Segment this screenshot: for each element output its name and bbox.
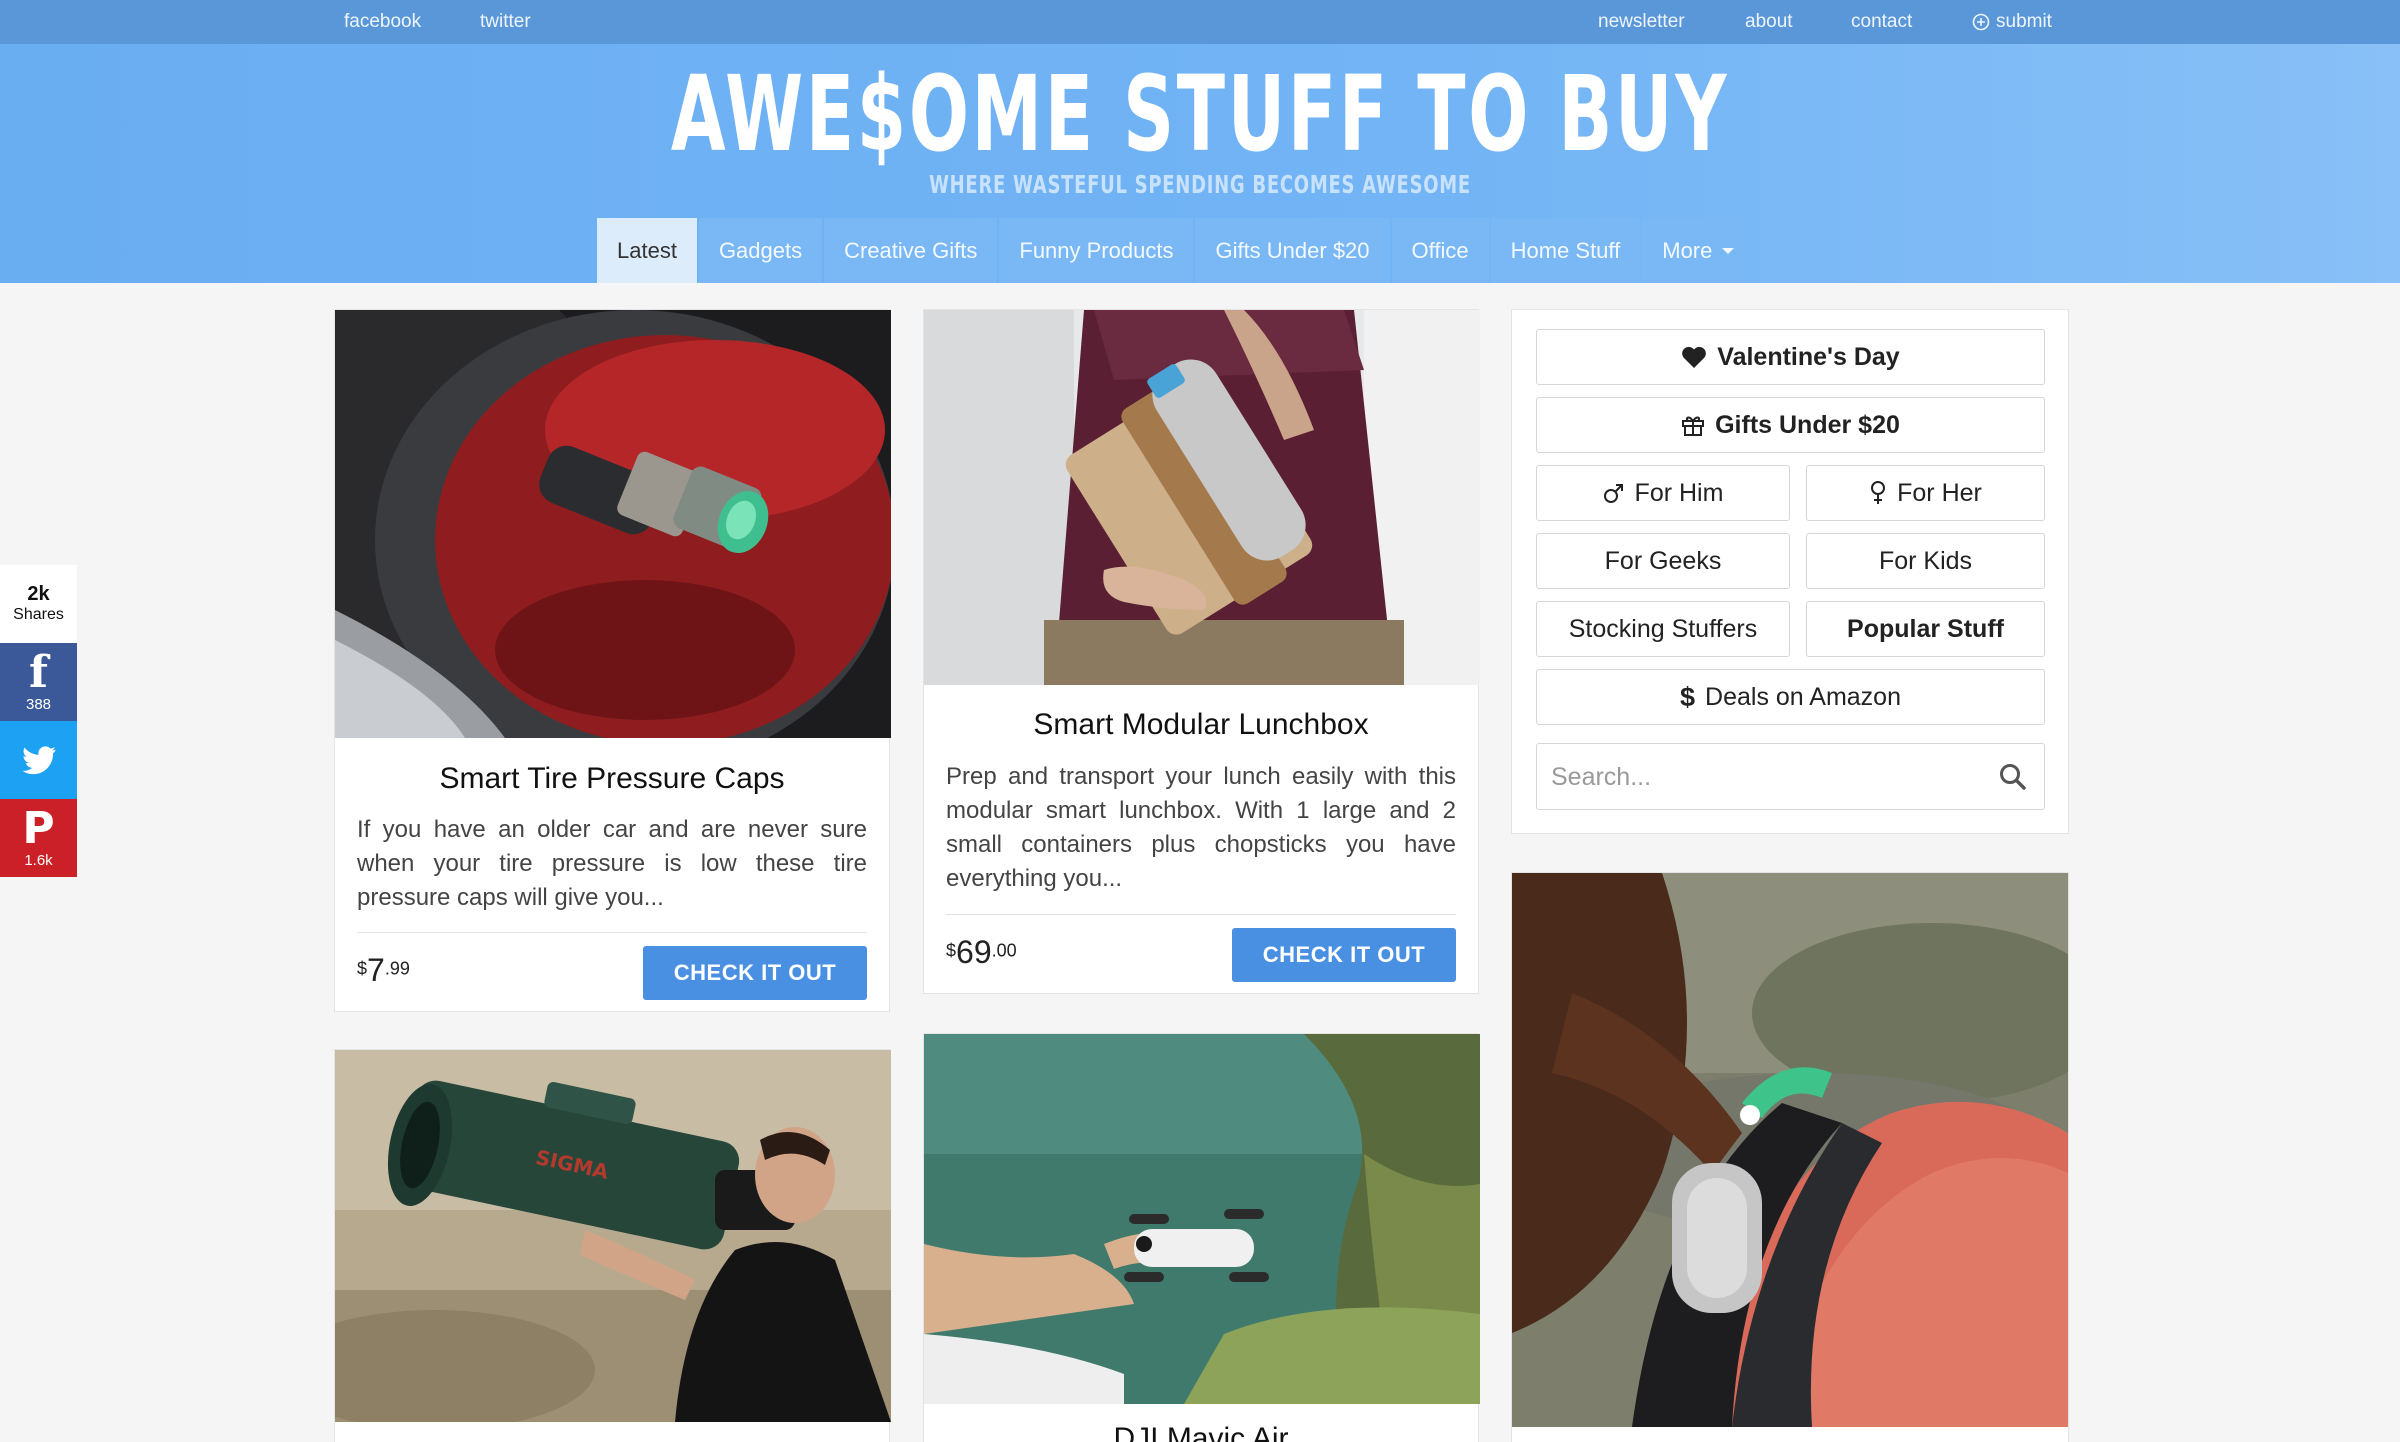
male-icon	[1603, 484, 1623, 503]
plus-circle-icon	[1972, 13, 1990, 31]
check-it-out-button[interactable]: CHECK IT OUT	[1232, 928, 1456, 982]
divider	[946, 914, 1456, 915]
share-sidebar: 2k Shares f 388 P 1.6k	[0, 565, 77, 877]
search-icon[interactable]	[1998, 762, 2028, 792]
category-nav: Latest Gadgets Creative Gifts Funny Prod…	[597, 218, 1755, 283]
tab-more-label: More	[1662, 237, 1713, 263]
tab-latest[interactable]: Latest	[597, 218, 697, 283]
facebook-icon: f	[29, 647, 48, 698]
price-dollars: 69	[956, 934, 992, 970]
product-image[interactable]	[924, 1034, 1480, 1404]
product-image[interactable]: SIGMA	[335, 1050, 891, 1422]
tab-creative-gifts[interactable]: Creative Gifts	[824, 218, 998, 283]
share-count: 2k Shares	[0, 565, 77, 643]
submit-link[interactable]: submit	[1972, 11, 2052, 33]
tab-gadgets[interactable]: Gadgets	[698, 218, 823, 283]
twitter-icon	[22, 746, 56, 775]
pinterest-share-count: 1.6k	[24, 852, 53, 869]
popular-stuff-button[interactable]: Popular Stuff	[1806, 601, 2045, 657]
contact-link[interactable]: contact	[1851, 11, 1912, 33]
product-image[interactable]	[924, 310, 1480, 685]
site-header: AWE$OME STUFF TO BUY WHERE WASTEFUL SPEN…	[0, 44, 2400, 283]
product-card	[1511, 872, 2069, 1442]
stocking-stuffers-button[interactable]: Stocking Stuffers	[1536, 601, 1790, 657]
search-input[interactable]	[1551, 758, 1971, 796]
heart-icon	[1682, 346, 1707, 368]
product-card: SIGMA	[334, 1049, 891, 1442]
product-card: Smart Tire Pressure Caps If you have an …	[334, 309, 891, 1012]
lunchbox-photo	[924, 310, 1480, 685]
for-him-label: For Him	[1634, 478, 1724, 507]
tab-funny-products[interactable]: Funny Products	[999, 218, 1194, 283]
backpack-clip-photo	[1512, 873, 2068, 1427]
for-her-label: For Her	[1897, 478, 1982, 507]
telephoto-lens-photo: SIGMA	[335, 1050, 891, 1422]
product-card: Smart Modular Lunchbox Prep and transpor…	[923, 309, 1480, 994]
for-him-button[interactable]: For Him	[1536, 465, 1790, 521]
facebook-share-count: 388	[25, 696, 52, 713]
facebook-link[interactable]: facebook	[344, 11, 421, 33]
check-it-out-button[interactable]: CHECK IT OUT	[643, 946, 867, 1000]
price-currency: $	[946, 940, 957, 961]
price-currency: $	[357, 958, 368, 979]
gift-icon	[1682, 416, 1705, 436]
gift-guide-widget: Valentine's Day Gifts Under $20 For Him …	[1511, 309, 2069, 834]
tab-more[interactable]: More	[1642, 218, 1755, 283]
for-geeks-button[interactable]: For Geeks	[1536, 533, 1790, 589]
tab-home-stuff[interactable]: Home Stuff	[1490, 218, 1641, 283]
for-kids-button[interactable]: For Kids	[1806, 533, 2045, 589]
for-her-button[interactable]: For Her	[1806, 465, 2045, 521]
price-dollars: 7	[367, 952, 385, 988]
product-description: Prep and transport your lunch easily wit…	[946, 763, 1456, 892]
pinterest-share-button[interactable]: P 1.6k	[0, 799, 77, 877]
twitter-share-button[interactable]	[0, 721, 77, 799]
tab-gifts-under-20[interactable]: Gifts Under $20	[1195, 218, 1390, 283]
share-total-label: Shares	[13, 606, 64, 623]
submit-label: submit	[1996, 11, 2052, 32]
dollar-icon: $	[1680, 681, 1696, 712]
product-card: DJI Mavic Air	[923, 1033, 1480, 1442]
product-title[interactable]: Smart Modular Lunchbox	[924, 708, 1478, 742]
caret-down-icon	[1722, 247, 1735, 254]
site-tagline: WHERE WASTEFUL SPENDING BECOMES AWESOME	[929, 170, 1471, 199]
pinterest-icon: P	[22, 803, 55, 854]
search-box	[1536, 743, 2045, 810]
female-icon	[1871, 481, 1886, 504]
tab-office[interactable]: Office	[1391, 218, 1489, 283]
site-logo[interactable]: AWE$OME STUFF TO BUY	[384, 62, 2016, 166]
valentines-day-label: Valentine's Day	[1717, 342, 1900, 371]
gifts-under-20-label: Gifts Under $20	[1715, 410, 1900, 439]
newsletter-link[interactable]: newsletter	[1598, 11, 1685, 33]
drone-photo	[924, 1034, 1480, 1404]
product-image[interactable]	[1512, 873, 2068, 1427]
product-image[interactable]	[335, 310, 891, 738]
divider	[357, 932, 867, 933]
product-title[interactable]: Smart Tire Pressure Caps	[335, 762, 889, 796]
price-cents: .00	[991, 940, 1017, 961]
tire-photo	[335, 310, 891, 738]
product-description: If you have an older car and are never s…	[357, 816, 867, 911]
share-total: 2k	[27, 583, 50, 605]
about-link[interactable]: about	[1745, 11, 1793, 33]
gifts-under-20-button[interactable]: Gifts Under $20	[1536, 397, 2045, 453]
deals-on-amazon-button[interactable]: $ Deals on Amazon	[1536, 669, 2045, 725]
deals-on-amazon-label: Deals on Amazon	[1705, 682, 1901, 711]
twitter-link[interactable]: twitter	[480, 11, 531, 33]
product-price: $69.00	[946, 934, 1017, 971]
facebook-share-button[interactable]: f 388	[0, 643, 77, 721]
valentines-day-button[interactable]: Valentine's Day	[1536, 329, 2045, 385]
price-cents: .99	[384, 958, 410, 979]
top-bar: facebook twitter newsletter about contac…	[0, 0, 2400, 44]
product-title[interactable]: DJI Mavic Air	[924, 1422, 1478, 1442]
product-price: $7.99	[357, 952, 410, 989]
